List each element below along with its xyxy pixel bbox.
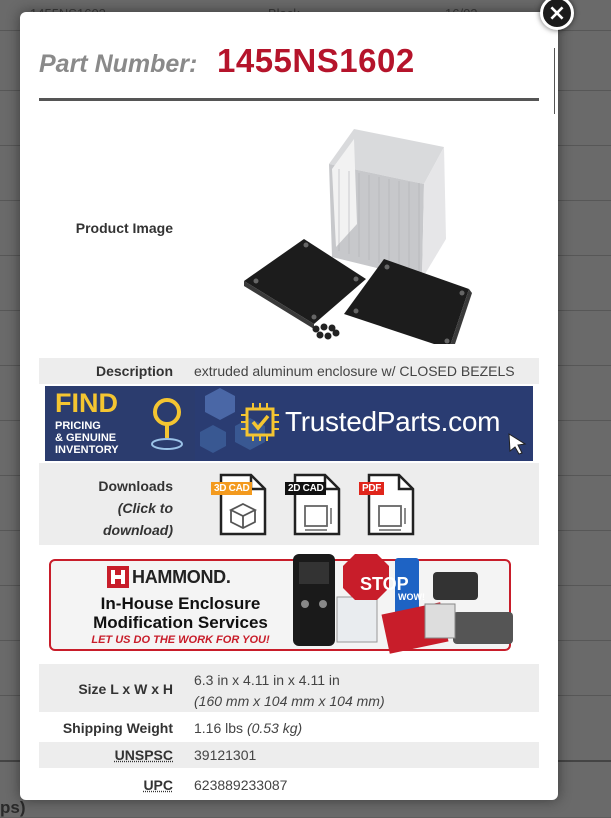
close-icon: × [548,1,566,26]
spec-row-size: Size L x W x H 6.3 in x 4.11 in x 4.11 i… [39,664,539,712]
size-label: Size L x W x H [78,681,173,697]
upc-value: 623889233087 [194,777,287,793]
size-imperial: 6.3 in x 4.11 in x 4.11 in [194,670,385,691]
tp-find-text: FIND [55,388,118,419]
unspsc-label: UNSPSC [115,747,173,763]
scrollbar-track[interactable] [554,48,555,114]
location-pin-icon [147,394,187,452]
product-image[interactable] [244,119,504,344]
chip-check-icon [240,402,280,442]
hammond-headline: In-House Enclosure Modification Services [83,594,278,632]
tp-brand-text: TrustedParts.com [285,406,500,438]
shipping-weight-label: Shipping Weight [63,720,173,736]
downloads-row: Downloads (Click to download) 3D CAD 2D … [39,463,539,545]
hammond-line2: Modification Services [83,613,278,632]
spec-row-upc: UPC 623889233087 [39,771,539,797]
weight-kg: (0.53 kg) [247,720,302,736]
downloads-sublabel-1: (Click to [98,497,173,519]
description-label: Description [96,363,173,379]
bg-footer-fragment: ps) [0,798,26,818]
tp-line1: PRICING [55,420,119,432]
hammond-line3: LET US DO THE WORK FOR YOU! [83,634,278,646]
2d-cad-tag: 2D CAD [285,482,326,495]
downloads-label: Downloads [98,475,173,497]
trustedparts-banner[interactable]: FIND PRICING & GENUINE INVENTORY Trusted… [45,386,533,461]
description-row: Description extruded aluminum enclosure … [39,358,539,384]
tp-subtext: PRICING & GENUINE INVENTORY [55,420,119,456]
shipping-weight-value: 1.16 lbs (0.53 kg) [194,720,302,736]
downloads-sublabel-2: download) [98,519,173,541]
tp-line2: & GENUINE [55,432,119,444]
part-detail-modal: Part Number: 1455NS1602 Product Image De… [20,12,558,800]
spec-row-weight: Shipping Weight 1.16 lbs (0.53 kg) [39,715,539,741]
pdf-download-button[interactable]: PDF [359,472,416,537]
weight-lbs: 1.16 lbs [194,720,243,736]
description-value: extruded aluminum enclosure w/ CLOSED BE… [194,363,515,379]
size-metric: (160 mm x 104 mm x 104 mm) [194,691,385,712]
3d-cad-download-button[interactable]: 3D CAD [211,472,268,537]
product-image-label: Product Image [76,220,173,236]
hammond-line1: In-House Enclosure [83,594,278,613]
downloads-label-group: Downloads (Click to download) [98,475,173,541]
spec-row-unspsc: UNSPSC 39121301 [39,742,539,768]
part-number-label: Part Number: [39,50,197,79]
pdf-tag: PDF [359,482,384,495]
hammond-banner[interactable]: HAMMOND. In-House Enclosure Modification… [45,552,533,654]
3d-cad-tag: 3D CAD [211,482,252,495]
part-number-header: Part Number: 1455NS1602 [39,42,539,101]
product-image-row: Product Image [39,107,539,352]
unspsc-value: 39121301 [194,747,256,763]
upc-label: UPC [143,777,173,793]
hammond-logo-icon [107,566,129,588]
hammond-logo-text: HAMMOND. [132,567,231,588]
part-number-value: 1455NS1602 [217,42,415,80]
hammond-products-collage [285,552,533,654]
size-value: 6.3 in x 4.11 in x 4.11 in (160 mm x 104… [194,670,385,712]
hammond-wow-text: WOW! [398,592,425,602]
cursor-icon [505,430,529,456]
2d-cad-download-button[interactable]: 2D CAD [285,472,342,537]
download-icons: 3D CAD 2D CAD PDF [211,472,416,537]
tp-line3: INVENTORY [55,444,119,456]
